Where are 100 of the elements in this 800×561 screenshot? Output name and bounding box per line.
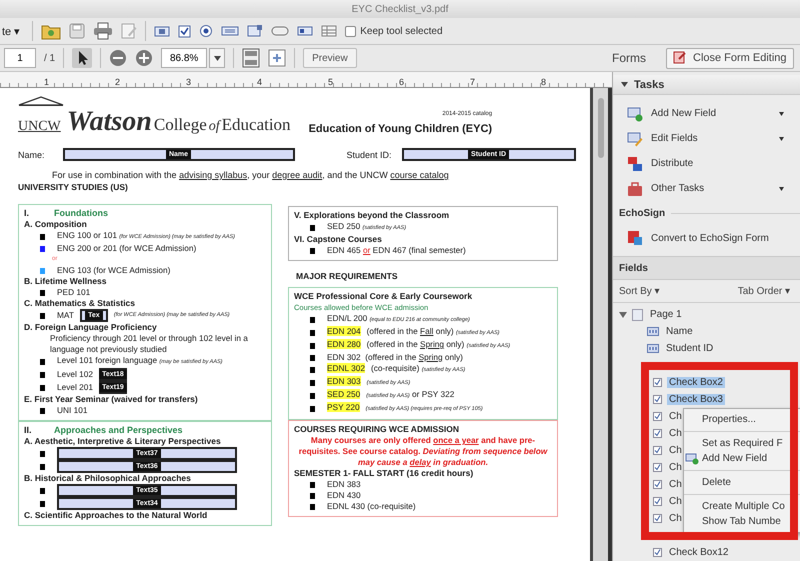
task-link[interactable]: Distribute <box>651 158 784 169</box>
form-icon[interactable] <box>627 230 643 246</box>
checkbox-label: Keep tool selected <box>360 26 443 36</box>
menu-item[interactable]: Show Tab Numbe <box>684 514 800 529</box>
tree-item[interactable]: Ch <box>667 462 684 473</box>
section-number: II. <box>24 425 33 436</box>
ruler-number: 3 <box>186 77 192 87</box>
zoom-in-icon[interactable] <box>135 49 154 67</box>
tree-item[interactable]: Check Box12 <box>667 547 730 558</box>
task-link[interactable]: Convert to EchoSign Form <box>651 232 784 244</box>
form-pencil-icon[interactable] <box>627 130 643 146</box>
course-text: Level 102 <box>57 369 93 380</box>
tree-item[interactable]: Page 1 <box>648 309 684 320</box>
cursor-icon[interactable] <box>72 48 92 68</box>
task-link[interactable]: Edit Fields <box>651 133 771 144</box>
tree-item[interactable]: Ch <box>667 513 684 524</box>
zoom-dropdown[interactable] <box>209 48 226 68</box>
zoom-field[interactable]: 86.8% <box>161 48 208 68</box>
page-icon <box>632 308 643 320</box>
create-menu[interactable]: te ▾ <box>0 24 24 38</box>
briefcase-icon[interactable] <box>627 180 643 196</box>
close-form-editing-button[interactable]: Close Form Editing <box>666 48 794 68</box>
task-link[interactable]: Add New Field <box>651 108 771 119</box>
checkbox-icon <box>653 514 662 523</box>
grid-icon[interactable] <box>321 25 338 37</box>
text-field-icon[interactable] <box>154 25 170 37</box>
scrollbar[interactable] <box>598 98 604 158</box>
zoom-out-icon[interactable] <box>109 49 128 67</box>
menu-item[interactable]: Add New Field <box>684 451 800 466</box>
checkbox[interactable] <box>345 26 356 36</box>
tree-item[interactable]: Ch <box>667 496 684 507</box>
tree-item[interactable]: Ch <box>667 411 684 422</box>
tree-item[interactable]: Ch <box>667 479 684 490</box>
subsection-heading: D. Foreign Language Proficiency <box>24 322 158 333</box>
tab-order-menu[interactable]: Tab Order ▾ <box>738 285 790 297</box>
page-number-field[interactable]: 1 <box>4 48 36 68</box>
panel-title[interactable]: Tasks <box>634 78 664 90</box>
logo-script: Watson <box>66 106 152 138</box>
forms-label: Forms <box>612 51 646 65</box>
tree-item[interactable]: Ch <box>667 428 684 439</box>
tree-item[interactable]: Student ID <box>664 343 716 354</box>
fit-page-icon[interactable] <box>242 48 260 68</box>
intro-text: For use in combination with the advising syllabus, your degree audit, and the UNCW course catalog <box>51 170 450 180</box>
section-number: I. <box>24 208 30 219</box>
text-field-icon <box>647 327 659 336</box>
menu-item[interactable]: Create Multiple Co <box>684 499 800 514</box>
course-line: PED 101 <box>57 287 90 298</box>
checkbox-icon <box>653 548 662 557</box>
description-text: Proficiency through 201 level or through 102 level in a language not previously studied <box>49 333 249 355</box>
list-box-icon[interactable] <box>221 25 240 37</box>
caret-icon <box>214 56 221 60</box>
save-icon[interactable] <box>69 23 86 39</box>
section-title: Foundations <box>54 208 108 219</box>
logo-text: Education <box>222 115 291 135</box>
logo-text: of <box>208 119 220 135</box>
caret-icon[interactable] <box>779 186 784 190</box>
menu-item[interactable]: Set as Required F <box>684 436 800 451</box>
subsection-heading: VI. Capstone Courses <box>294 234 383 245</box>
checkbox-icon <box>653 463 662 472</box>
caret-icon[interactable] <box>779 112 784 116</box>
building-drawing <box>18 96 64 106</box>
fit-width-icon[interactable] <box>268 49 286 67</box>
course-line: EDN 302 (offered in the Spring only) <box>327 352 463 363</box>
tree-item[interactable]: Name <box>664 326 695 337</box>
image-icon[interactable] <box>297 25 314 37</box>
preview-button[interactable]: Preview <box>303 48 357 68</box>
printer-icon[interactable] <box>93 22 114 40</box>
dropdown-icon[interactable] <box>247 24 264 38</box>
course-line: EDN 383 <box>327 479 361 490</box>
checkbox-icon <box>653 378 662 387</box>
tree-item[interactable]: Ch <box>667 445 684 456</box>
subsection-heading: E. First Year Seminar (waived for transfers) <box>24 394 199 405</box>
menu-item[interactable]: Properties... <box>684 412 800 427</box>
form-icon <box>673 51 687 65</box>
task-link[interactable]: Other Tasks <box>651 183 771 194</box>
course-text: Level 201 <box>57 382 93 393</box>
tree-item[interactable]: Check Box2 <box>667 377 725 388</box>
form-plus-icon[interactable] <box>627 106 643 122</box>
menu-item[interactable]: Delete <box>684 475 800 490</box>
section-heading: UNIVERSITY STUDIES (US) <box>18 182 129 192</box>
block-title: WCE Professional Core & Early Coursework <box>294 291 474 302</box>
subsection-heading: A. Composition <box>24 219 88 230</box>
expand-icon[interactable] <box>619 310 627 318</box>
button-icon[interactable] <box>271 25 290 37</box>
caret-icon[interactable] <box>779 136 784 140</box>
course-line: UNI 101 <box>57 405 88 416</box>
checkbox-icon <box>653 429 662 438</box>
caret-icon[interactable] <box>621 82 628 87</box>
section-heading: MAJOR REQUIREMENTS <box>296 271 399 281</box>
subsection-heading: A. Aesthetic, Interpretive & Literary Perspectives <box>24 436 222 447</box>
checkbox-icon[interactable] <box>178 24 192 38</box>
sort-by-menu[interactable]: Sort By ▾ <box>619 285 660 297</box>
tree-item[interactable]: Check Box3 <box>667 394 725 405</box>
course-line: EDNL 430 (co-requisite) <box>327 501 416 512</box>
distribute-icon[interactable] <box>627 156 643 172</box>
course-text: MAT <box>57 310 74 321</box>
panel-section-title: EchoSign <box>619 208 666 218</box>
radio-button-icon[interactable] <box>199 24 214 38</box>
subsection-heading: B. Historical & Philosophical Approaches <box>24 473 192 484</box>
page-count: / 1 <box>44 52 56 64</box>
